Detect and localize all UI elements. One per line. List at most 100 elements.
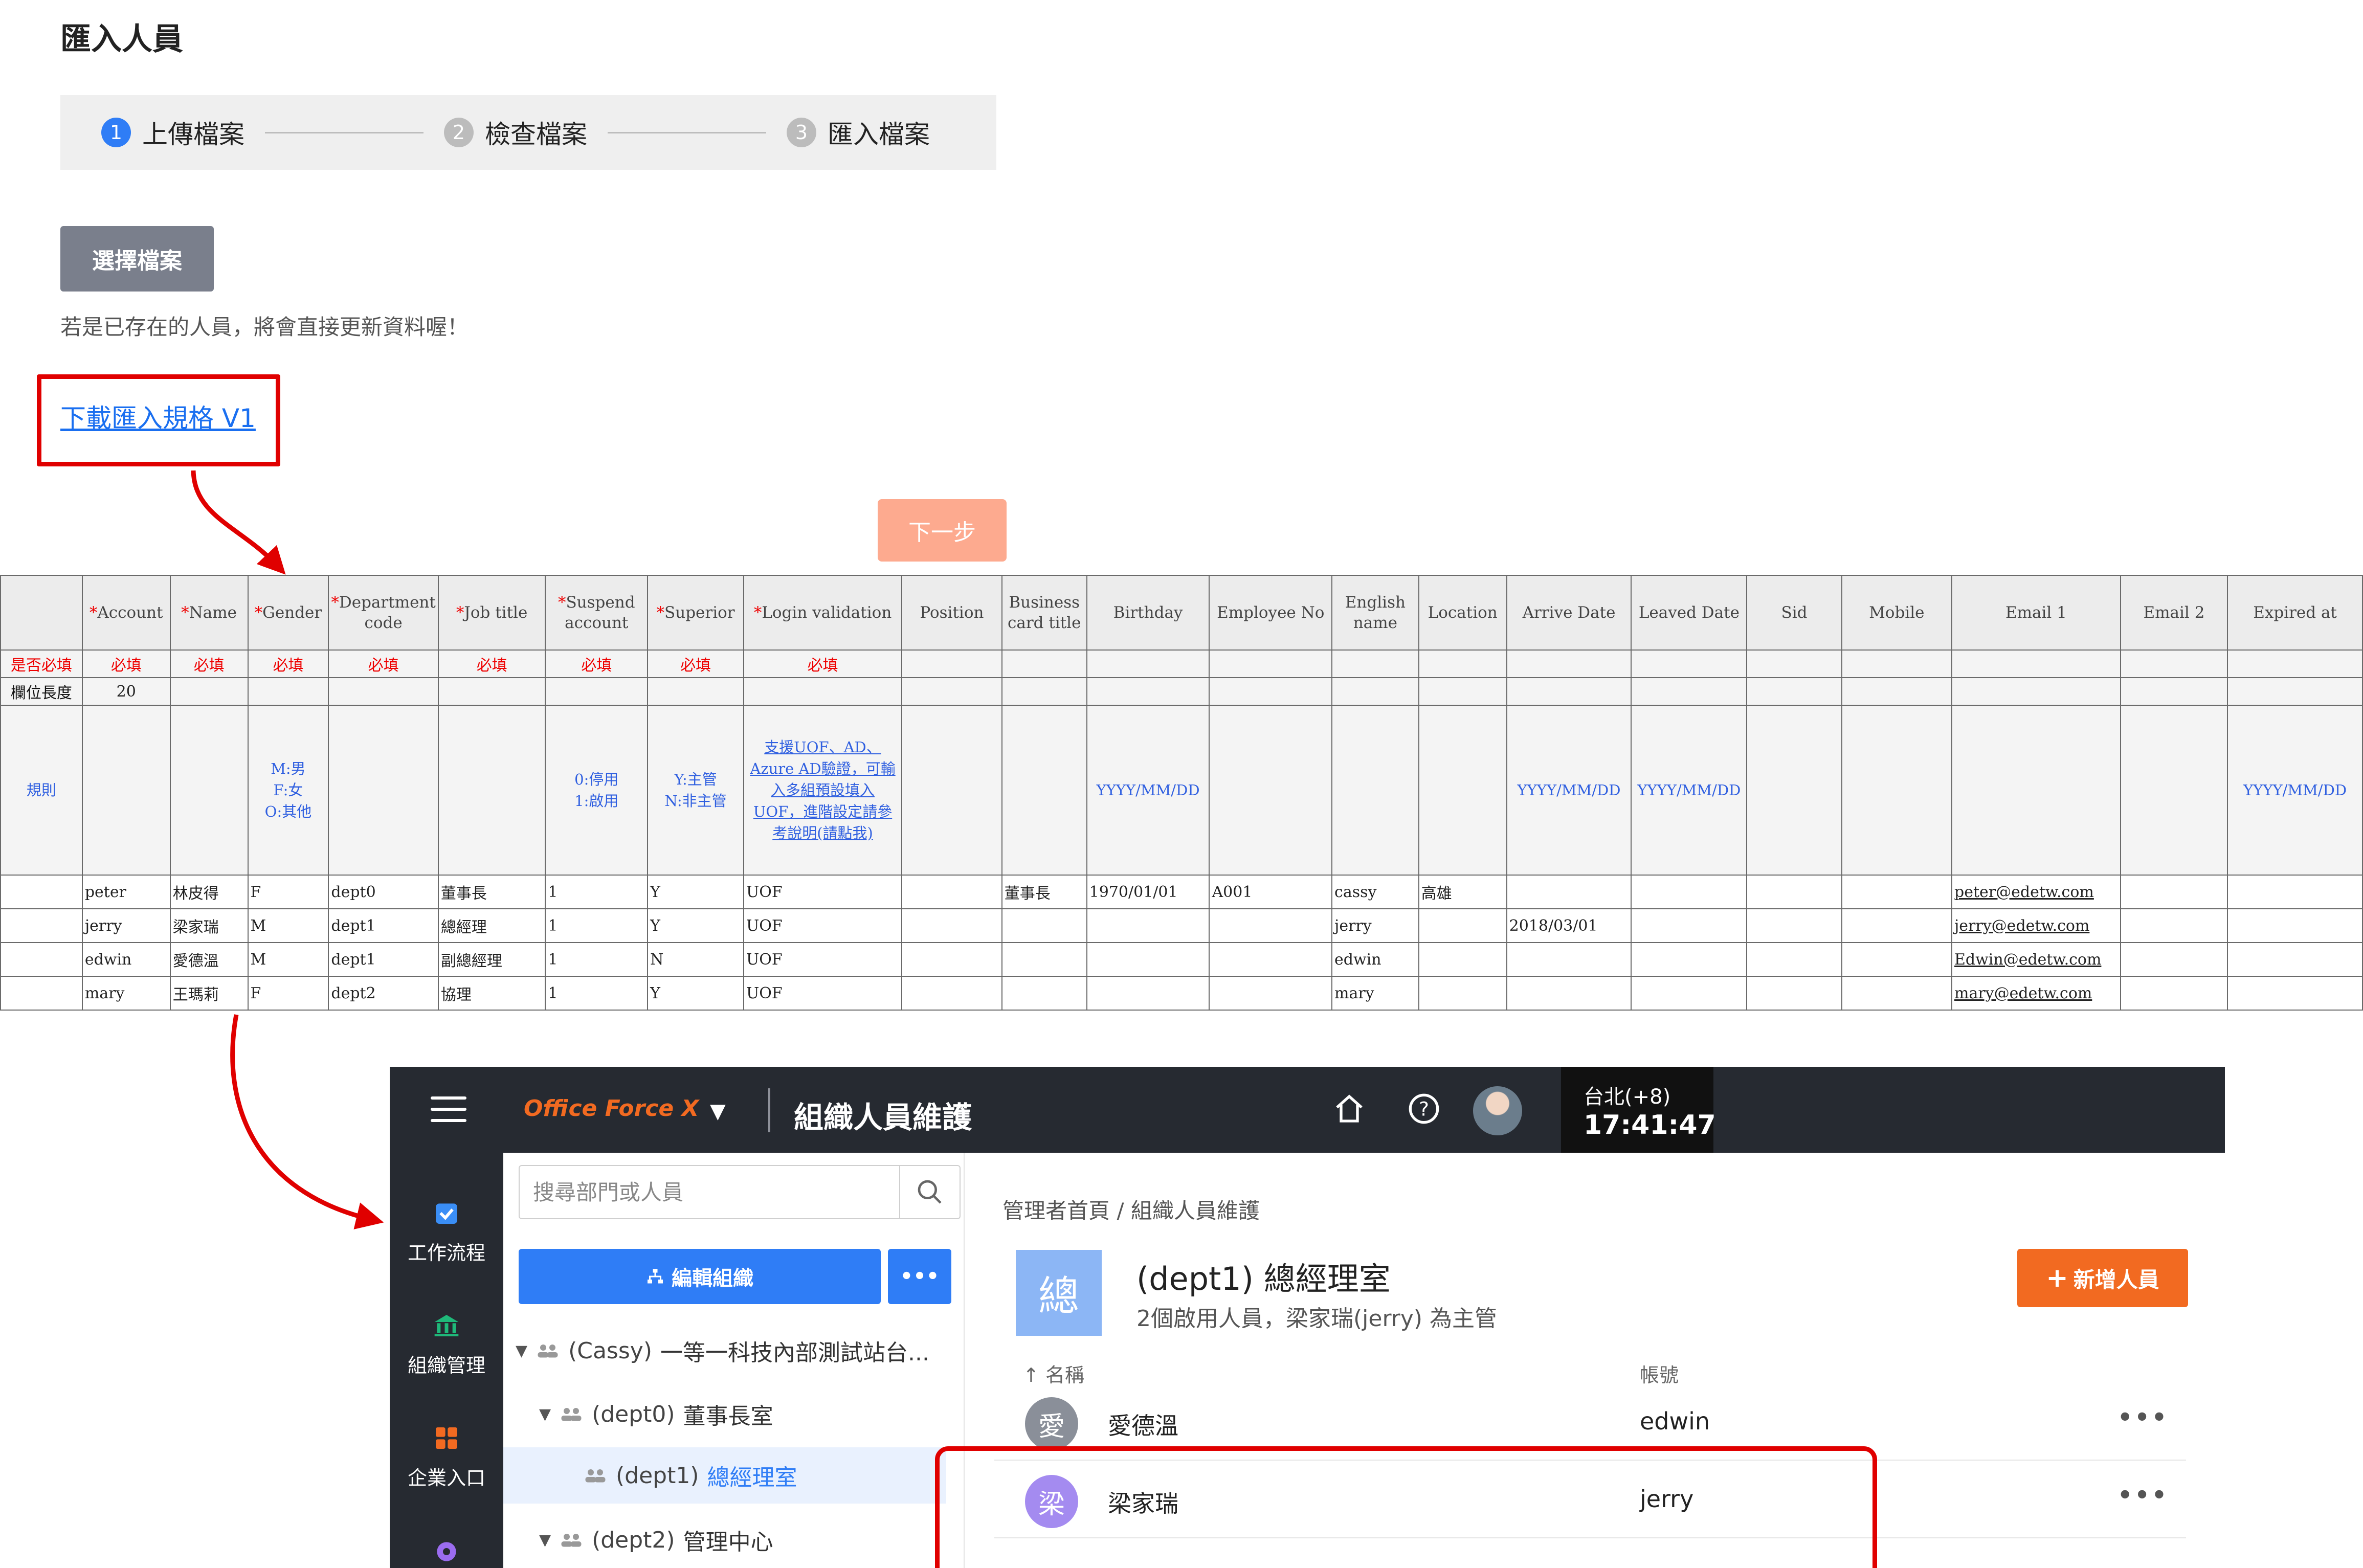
sheet-cell [0,976,83,1011]
sheet-cell [437,677,546,706]
side-nav: 工作流程 組織管理 企業入口 [390,1153,503,1568]
caret-down-icon[interactable]: ▼ [539,1405,551,1423]
sheet-cell [1001,705,1087,876]
sheet-cell: English name [1331,575,1419,651]
more-icon[interactable]: ••• [2117,1481,2169,1509]
add-person-button[interactable]: + 新增人員 [2017,1249,2188,1307]
nav-org[interactable]: 組織管理 [390,1311,503,1378]
sheet-cell: 1970/01/01 [1086,875,1210,909]
sheet-cell [1418,908,1507,943]
more-options-button[interactable]: ••• [888,1249,951,1304]
tree-node-cassy[interactable]: ▼ (Cassy) 一等一科技內部測試站台... [516,1323,955,1379]
annotation-arrow-icon [230,1014,384,1229]
sheet-cell [1418,942,1507,977]
dept-detail-panel: 管理者首頁 / 組織人員維護 總 (dept1) 總經理室 2個啟用人員，梁家瑞… [935,1153,2225,1568]
sheet-cell [901,705,1002,876]
sheet-cell [328,677,439,706]
sheet-cell [901,677,1002,706]
sheet-cell: Arrive Date [1506,575,1632,651]
sheet-cell [1841,908,1953,943]
sheet-cell: Y:主管 N:非主管 [647,705,744,876]
sheet-cell: Edwin@edetw.com [1951,942,2121,977]
sheet-cell: peter [81,875,171,909]
sheet-cell: 1 [545,908,649,943]
dept-summary: 2個啟用人員，梁家瑞(jerry) 為主管 [1136,1306,1498,1332]
sheet-cell [1331,705,1419,876]
sheet-cell [1506,875,1632,909]
choose-file-button[interactable]: 選擇檔案 [60,226,214,292]
sheet-cell: 20 [81,677,171,706]
step-connector [608,131,766,133]
step-connector [265,131,423,133]
caret-down-icon[interactable]: ▼ [539,1531,551,1549]
org-building-icon [434,1315,459,1336]
sheet-cell [1209,908,1333,943]
nav-workflow[interactable]: 工作流程 [390,1199,503,1265]
user-avatar[interactable] [1473,1086,1522,1135]
sheet-cell: jerry [81,908,171,943]
sheet-cell: *Suspend account [545,575,649,651]
breadcrumb[interactable]: 管理者首頁 / 組織人員維護 [1002,1194,1260,1225]
tree-node-name: 一等一科技內部測試站台... [660,1340,929,1366]
chevron-down-icon[interactable]: ▼ [710,1100,726,1123]
sheet-cell: 1 [545,875,649,909]
tree-node-name: 管理中心 [683,1529,773,1555]
sheet-cell [1209,705,1333,876]
sheet-cell [2227,942,2363,977]
sheet-cell: M [247,942,329,977]
sheet-cell: *Account [81,575,171,651]
sheet-cell: dept0 [328,875,439,909]
sheet-cell: F [247,875,329,909]
sheet-cell: Y [647,976,744,1011]
tree-node-dept0[interactable]: ▼ (dept0) 董事長室 [539,1386,955,1442]
org-maintenance-app: Office Force X ▼ 組織人員維護 ? 台北(+8) 17:41:4… [390,1067,2225,1568]
more-icon[interactable]: ••• [2117,1403,2169,1431]
sheet-cell [545,677,649,706]
sheet-cell: 支援UOF、AD、Azure AD驗證，可輸入多組預設填入UOF，進階設定請參考… [743,705,903,876]
member-account: edwin [1640,1407,1710,1435]
sheet-cell [1086,677,1210,706]
nav-settings[interactable] [390,1537,503,1568]
sheet-cell: UOF [743,875,903,909]
sheet-cell [1506,976,1632,1011]
sheet-cell: dept1 [328,908,439,943]
edit-org-label: 編輯組織 [672,1267,753,1290]
help-icon[interactable]: ? [1408,1092,1440,1125]
org-tree-panel: 編輯組織 ••• ▼ (Cassy) 一等一科技內部測試站台... ▼ (dep… [503,1153,965,1568]
member-name: 愛德溫 [1108,1412,1178,1440]
sheet-cell: 必填 [169,649,249,678]
search-box [519,1165,961,1219]
sheet-cell: Location [1418,575,1507,651]
sheet-cell [1331,649,1419,678]
sheet-cell [901,976,1002,1011]
svg-text:?: ? [1419,1097,1429,1120]
sheet-cell: dept1 [328,942,439,977]
workflow-check-icon [436,1203,457,1224]
sheet-cell: YYYY/MM/DD [1631,705,1748,876]
sheet-cell: M:男 F:女 O:其他 [247,705,329,876]
sheet-cell [2227,875,2363,909]
group-icon [585,1469,606,1483]
menu-icon[interactable] [431,1096,466,1123]
sheet-cell: UOF [743,976,903,1011]
member-avatar: 愛 [1025,1397,1078,1450]
update-hint: 若是已存在的人員，將會直接更新資料喔！ [60,315,469,340]
tree-node-dept2[interactable]: ▼ (dept2) 管理中心 [539,1512,955,1568]
search-button[interactable] [899,1166,960,1218]
divider [768,1088,770,1132]
search-input[interactable] [520,1166,900,1218]
search-icon [918,1180,942,1204]
sheet-cell [2227,677,2363,706]
caret-down-icon[interactable]: ▼ [516,1342,527,1360]
home-icon[interactable] [1333,1092,1366,1125]
nav-portal[interactable]: 企業入口 [390,1424,503,1490]
app-logo[interactable]: Office Force X [524,1095,699,1122]
tree-node-dept1[interactable]: (dept1) 總經理室 [503,1447,946,1504]
nav-label: 工作流程 [407,1242,485,1264]
sheet-cell [0,908,83,943]
sheet-cell [81,705,171,876]
step-check: 2 檢查檔案 [444,114,587,151]
next-step-button[interactable]: 下一步 [878,499,1007,562]
sheet-cell: mary [81,976,171,1011]
edit-org-button[interactable]: 編輯組織 [519,1249,881,1304]
